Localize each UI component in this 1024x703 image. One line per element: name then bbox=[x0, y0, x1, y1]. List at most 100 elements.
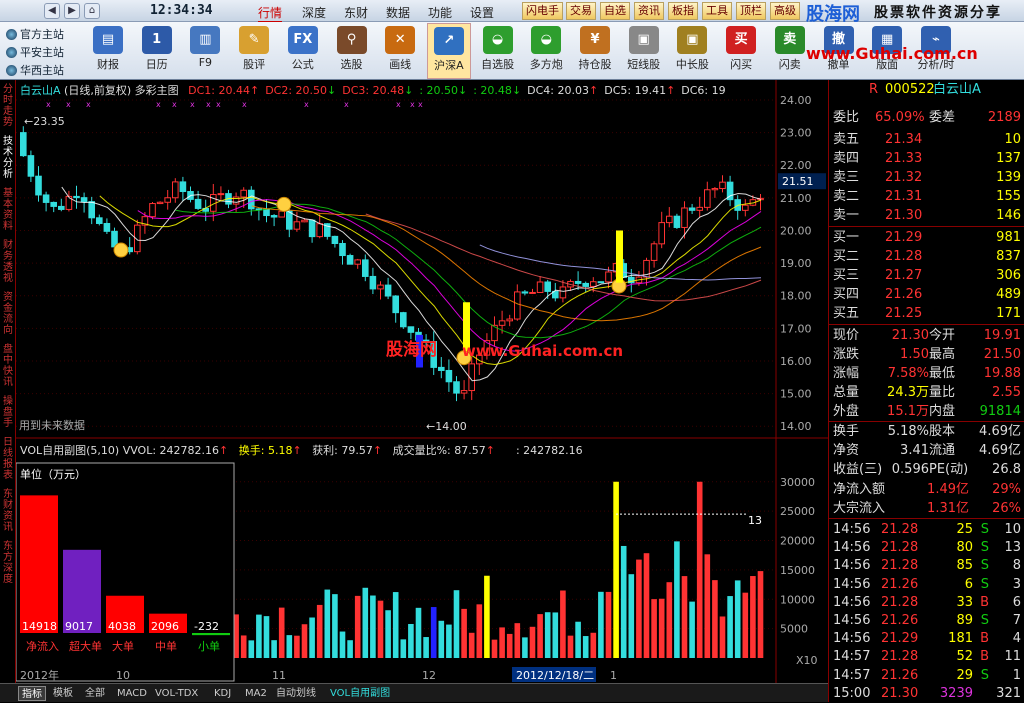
tool-select-stock[interactable]: ⚲ 选股 bbox=[330, 23, 374, 79]
quote-row: 14:57 21.28 52 B 11 bbox=[829, 647, 1024, 666]
side-tab[interactable]: 资金流向 bbox=[1, 292, 15, 336]
globe-icon bbox=[6, 65, 17, 76]
station-huaxi[interactable]: 华西主站 bbox=[6, 62, 64, 78]
indicator-tab[interactable]: MACD bbox=[114, 686, 150, 701]
sub-title: VOL自用副图(5,10) bbox=[20, 444, 120, 457]
quick-index[interactable]: 板指 bbox=[668, 2, 698, 20]
quote-row: R 000522 白云山A bbox=[829, 80, 1024, 99]
station-official[interactable]: 官方主站 bbox=[6, 26, 64, 42]
indicator-tab[interactable]: MA2 bbox=[242, 686, 270, 701]
indicator-tab[interactable]: VOL自用副图 bbox=[327, 686, 393, 701]
tool-comment[interactable]: ✎ 股评 bbox=[232, 23, 276, 79]
chart-indicator: 多彩主图 bbox=[134, 84, 179, 97]
volume-tick: 15000 bbox=[780, 564, 815, 577]
vvol-value: VVOL: 242782.16 bbox=[122, 444, 220, 457]
tool-market-a[interactable]: ↗ 沪深A bbox=[426, 23, 471, 79]
tick-count: 13 bbox=[1004, 540, 1021, 556]
menu-depth[interactable]: 深度 bbox=[302, 4, 326, 21]
select-stock-icon: ⚲ bbox=[336, 26, 367, 54]
ask-price: 21.31 bbox=[885, 189, 923, 204]
side-tab[interactable]: 技术分析 bbox=[1, 136, 15, 180]
volume-bar bbox=[408, 623, 414, 658]
indicator-tab[interactable]: 模板 bbox=[50, 686, 76, 701]
indicator-tab[interactable]: 全部 bbox=[82, 686, 108, 701]
quick-flash-trade[interactable]: 闪电手 bbox=[522, 2, 563, 20]
candle-body bbox=[445, 369, 453, 383]
f9-chart-icon: ▥ bbox=[190, 26, 221, 54]
tool-short-term[interactable]: ▣ 短线股 bbox=[622, 23, 666, 79]
candle-body bbox=[438, 366, 445, 371]
tool-calendar[interactable]: 1 日历 bbox=[135, 23, 179, 79]
menu-settings[interactable]: 设置 bbox=[470, 4, 494, 21]
side-tab[interactable]: 基本资料 bbox=[1, 188, 15, 232]
menu-data[interactable]: 数据 bbox=[386, 4, 410, 21]
indicator-tabs: 指标 模板 全部 MACD VOL-TDX KDJ MA2 自动划线 VOL自用副图 bbox=[0, 683, 828, 702]
volume-bar bbox=[491, 639, 498, 658]
side-tab[interactable]: 财务透视 bbox=[1, 240, 15, 284]
quote-row: 涨幅 7.58% 最低 19.88 bbox=[829, 364, 1024, 383]
home-icon[interactable]: ⌂ bbox=[84, 3, 100, 19]
tool-formula[interactable]: FX 公式 bbox=[281, 23, 325, 79]
side-tab[interactable]: 操盘手 bbox=[1, 396, 15, 429]
quick-tools[interactable]: 工具 bbox=[702, 2, 732, 20]
back-icon[interactable]: ◀ bbox=[44, 3, 60, 19]
dc-arrow: ↑ bbox=[589, 84, 599, 97]
smiley-icon bbox=[276, 196, 292, 212]
indicator-tab[interactable]: 指标 bbox=[18, 686, 46, 701]
quick-news[interactable]: 资讯 bbox=[634, 2, 664, 20]
side-tab[interactable]: 日线报表 bbox=[1, 437, 15, 481]
quick-advanced[interactable]: 高级 bbox=[770, 2, 800, 20]
menu-functions[interactable]: 功能 bbox=[428, 4, 452, 21]
tool-yen[interactable]: ¥ 持仓股 bbox=[573, 23, 617, 79]
station-pingan[interactable]: 平安主站 bbox=[6, 44, 64, 60]
tool-basket2[interactable]: ◒ 多方炮 bbox=[524, 23, 568, 79]
tool-label: 短线股 bbox=[627, 58, 661, 71]
tick-direction: S bbox=[980, 576, 989, 592]
candle-body bbox=[582, 282, 590, 287]
tick-volume: 52 bbox=[956, 649, 973, 665]
bid-price: 21.25 bbox=[885, 306, 923, 321]
quote-panel: R 000522 白云山A 委比 65.09% 委差 2189 卖五 21.34 10 卖四 21.3… bbox=[828, 80, 1024, 702]
fund-flow-box: 单位（万元） 14918 净流入 9017 超大单 4038 大单 2096 中单 -232 小单 bbox=[15, 462, 235, 682]
side-tab[interactable]: 东财资讯 bbox=[1, 489, 15, 533]
side-tab[interactable]: 盘中快讯 bbox=[1, 344, 15, 388]
menu-eastmoney[interactable]: 东财 bbox=[344, 4, 368, 21]
stock-code: 000522 bbox=[885, 82, 935, 97]
volume-bar bbox=[704, 554, 711, 658]
tool-label: 中长股 bbox=[675, 58, 709, 71]
tool-draw-line[interactable]: ✕ 画线 bbox=[378, 23, 422, 79]
tool-report[interactable]: ▤ 财报 bbox=[86, 23, 130, 79]
chart-canvas[interactable]: 24.00 23.00 22.00 21.00 20.00 19.00 18.00 17.00… bbox=[15, 80, 828, 683]
side-tab[interactable]: 东方深度 bbox=[1, 541, 15, 585]
forward-icon[interactable]: ▶ bbox=[64, 3, 80, 19]
tool-label: 多方炮 bbox=[529, 58, 563, 71]
stat-label: 最低 bbox=[929, 366, 956, 381]
stat-value: 4.69亿 bbox=[979, 424, 1021, 439]
tool-flash-buy[interactable]: 买闪买 bbox=[719, 23, 763, 79]
side-tab[interactable]: 分时走势 bbox=[1, 84, 15, 128]
candle-body bbox=[73, 195, 80, 199]
flash-sell-icon: 卖 bbox=[774, 26, 805, 54]
tick-direction: S bbox=[980, 540, 989, 556]
signal-mark: x bbox=[396, 100, 401, 109]
indicator-tab[interactable]: 自动划线 bbox=[273, 686, 319, 701]
candle-body bbox=[384, 284, 392, 297]
quick-trade[interactable]: 交易 bbox=[566, 2, 596, 20]
signal-mark: x bbox=[86, 100, 91, 109]
menu-quotes[interactable]: 行情 bbox=[258, 4, 283, 23]
quick-watchlist[interactable]: 自选 bbox=[600, 2, 630, 20]
signal-mark: x bbox=[344, 100, 349, 109]
dc-arrow: ↑ bbox=[249, 84, 260, 97]
quick-topbar[interactable]: 顶栏 bbox=[736, 2, 766, 20]
tool-long-term[interactable]: ▣ 中长股 bbox=[670, 23, 714, 79]
volume-bar bbox=[552, 612, 559, 658]
indicator-tab[interactable]: VOL-TDX bbox=[152, 686, 201, 701]
indicator-tab[interactable]: KDJ bbox=[211, 686, 234, 701]
tool-f9-chart[interactable]: ▥ F9 bbox=[183, 23, 227, 79]
tool-basket[interactable]: ◒ 自选股 bbox=[476, 23, 520, 79]
fund-flow-title: 单位（万元） bbox=[20, 467, 86, 481]
signal-mark: x bbox=[46, 100, 51, 109]
volume-bar bbox=[446, 624, 452, 658]
signal-mark: x bbox=[156, 100, 161, 109]
volume-bar bbox=[248, 640, 255, 658]
